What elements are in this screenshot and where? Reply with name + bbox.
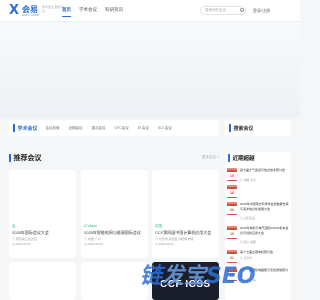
site-slogan: 学术会议 服务平台 [42,5,64,13]
conference-card[interactable]: 中国 CCF第四届中国计算机应用大会 ◎ 北京市 海淀区 中国科学院 ◎ 202… [152,170,219,258]
main-nav: 首页 学术会议 科研资讯 [62,7,123,17]
date-day: 19 [227,230,237,238]
search-conference-title: 搜索会议 [233,125,254,132]
category-link[interactable]: 重点会议 [92,126,106,131]
hero-banner [0,22,300,118]
date-badge: 2025-06 15 [227,168,237,181]
card-title: CCF第四届中国计算机应用大会 [155,230,212,235]
academic-bar-title: 学术会议 [17,125,38,132]
search-icon[interactable] [240,8,244,12]
date-badge: 2025-06 20 [227,202,237,215]
recent-item-title: 2025年中国南方科学学会和数据仓库与海洋信息化发展大会 [240,202,289,211]
academic-category-bar: 学术会议 会议检索 近期会议 重点会议 CFC会议 EI 会议 SCI 会议 [9,120,219,136]
recommended-section-header: 推荐会议 更多会议 > [9,152,219,164]
recommended-title: 推荐会议 [13,155,42,162]
logo-mark: X [9,3,20,18]
conference-card[interactable] [81,262,148,300]
category-link[interactable]: 会议检索 [46,126,60,131]
watermark-part: SEO [206,264,256,289]
recent-item-title: 第七届大气遥感与信息技术研讨会 [240,168,286,172]
watermark-part: 链 [140,264,163,289]
recent-title: 近期超越 [232,156,255,162]
card-date: ◎ 2025-06-01 [155,242,174,246]
login-register-link[interactable]: 登录/注册 [253,8,270,14]
category-link[interactable]: SCI 会议 [158,126,172,131]
site-logo[interactable]: X 会易 HUIYI CONF [9,3,39,18]
section-accent [9,154,11,162]
date-day: 15 [227,172,237,180]
watermark-part: 发宝 [162,264,207,289]
logo-subtext: HUIYI CONF [22,13,40,17]
watermark-logo: 链发宝SEO [140,258,300,300]
conference-card[interactable]: ICVision 2025年智能电网与能源国际会议 ◎ 中国 广州 ◎ 2025… [81,170,148,258]
card-location: ◎ 北京市 海淀区 中国科学院 [155,237,194,241]
card-tag: 中国 [155,224,162,228]
nav-academic-conferences[interactable]: 学术会议 [79,7,97,17]
nav-home[interactable]: 首页 [62,7,71,17]
category-link[interactable]: CFC会议 [115,126,129,131]
card-location: ◎ 中国 广州 [84,237,101,241]
recent-item-title: 第十七届全国电机研讨会 [240,250,274,254]
conference-card[interactable]: 会 2025年国际会议大会 ◎ 南京第三会议室 ◎ 2025-05-02 [9,170,76,258]
recent-item-title: 2025年电机与电气国际ROAD机车会议与创新应用大会 [240,226,289,235]
bar-accent [13,124,15,132]
search-conference-bar[interactable]: 搜索会议 [225,120,291,136]
recent-item[interactable]: 2025-06 20 2025年中国南方科学学会和数据仓库与海洋信息化发展大会 … [227,200,289,226]
card-date: ◎ 2025-05-02 [12,242,31,246]
card-location: ◎ 南京第三会议室 [12,237,37,241]
card-title: 2025年智能电网与能源国际会议 [84,230,141,235]
top-header: X 会易 HUIYI CONF 学术会议 服务平台 首页 学术会议 科研资讯 搜… [0,0,300,22]
nav-research-news[interactable]: 科研资讯 [105,7,123,17]
date-badge: 2025-06 19 [227,226,237,239]
recent-item-location: ◎ 中国·北京 [240,178,256,182]
card-title: 2025年国际会议大会 [12,230,49,235]
conference-card[interactable] [9,262,76,300]
category-link[interactable]: 近期会议 [69,126,83,131]
date-day: 18 [227,189,237,197]
date-badge: 2025-06 18 [227,185,237,198]
section-accent [228,154,230,162]
card-tag: ICVision [84,224,97,228]
category-link[interactable]: EI 会议 [138,126,149,131]
card-date: ◎ 2025-05-15 [84,242,103,246]
recent-item-location: ◎ 四川·成都 [240,240,256,244]
card-tag: 会 [12,224,16,228]
date-day: 20 [227,206,237,214]
bar-accent [229,124,231,132]
recent-item[interactable]: 2025-06 19 2025年电机与电气国际ROAD机车会议与创新应用大会 ◎… [227,224,289,250]
more-conferences-link[interactable]: 更多会议 > [202,155,219,160]
recent-item-location: ◎ 山东青岛 [240,216,255,220]
recent-header: 近期超越 [225,152,291,164]
